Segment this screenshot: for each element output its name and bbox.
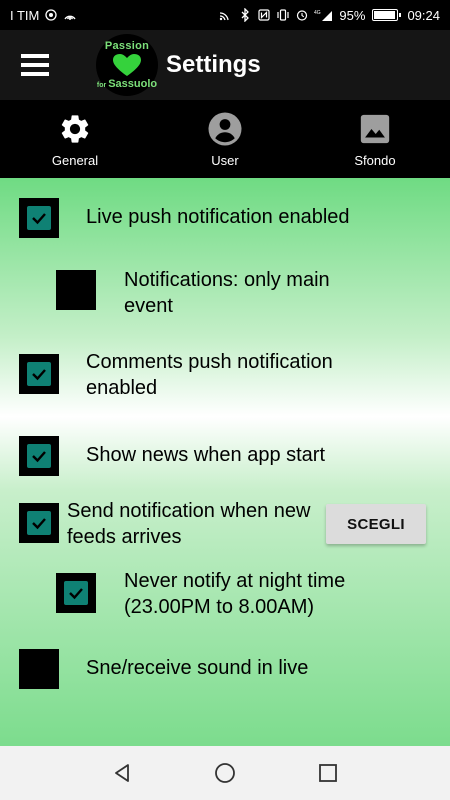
settings-panel: Live push notification enabled Notificat… (0, 178, 450, 746)
svg-text:4G: 4G (314, 10, 321, 16)
hotspot-icon (63, 8, 77, 22)
check-icon (32, 213, 46, 225)
scegli-button[interactable]: SCEGLI (326, 504, 426, 544)
tab-general[interactable]: General (0, 100, 150, 178)
setting-live-push: Live push notification enabled (19, 198, 406, 238)
setting-night-time: Never notify at night time (23.00PM to 8… (56, 570, 394, 620)
only-main-event-label: Notifications: only main event (124, 269, 330, 317)
carrier-label: I TIM (10, 7, 40, 23)
check-icon (69, 588, 83, 600)
tab-sfondo[interactable]: Sfondo (300, 100, 450, 178)
back-button[interactable] (102, 753, 142, 793)
battery-icon (372, 9, 402, 21)
new-feeds-label: Send notification when new feeds arrives (67, 500, 311, 548)
menu-button[interactable] (0, 30, 70, 100)
new-feeds-checkbox[interactable] (19, 503, 59, 543)
night-time-label: Never notify at night time (23.00PM to 8… (124, 570, 346, 618)
setting-only-main-event: Notifications: only main event (56, 269, 384, 319)
comments-push-checkbox[interactable] (19, 354, 59, 394)
app-toolbar: Passion for Sassuolo Settings (0, 30, 450, 100)
tab-general-label: General (51, 152, 99, 168)
bluetooth-icon (238, 8, 252, 22)
setting-live-sound: Sne/receive sound in live (19, 649, 406, 689)
image-icon (357, 111, 393, 147)
cast-icon (219, 8, 233, 22)
app-logo: Passion for Sassuolo (96, 34, 158, 96)
data-usage-icon (44, 8, 58, 22)
live-push-label: Live push notification enabled (86, 206, 350, 228)
tab-user-label: User (211, 152, 239, 168)
logo-text-top: Passion (104, 40, 150, 52)
home-button[interactable] (205, 753, 245, 793)
page-title: Settings (166, 51, 261, 78)
tab-bar: General User Sfondo (0, 100, 450, 178)
gear-icon (57, 111, 93, 147)
signal-icon: 4G (314, 8, 334, 22)
recents-button[interactable] (308, 753, 348, 793)
vibrate-icon (276, 8, 290, 22)
show-news-checkbox[interactable] (19, 436, 59, 476)
home-circle-icon (215, 763, 235, 783)
setting-new-feeds: Send notification when new feeds arrives (19, 500, 317, 550)
back-triangle-icon (114, 764, 129, 782)
system-nav-bar (0, 746, 450, 800)
live-sound-label: Sne/receive sound in live (86, 657, 309, 679)
check-icon (32, 369, 46, 381)
nfc-icon (257, 8, 271, 22)
logo-text-for: for (96, 82, 107, 89)
recents-square-icon (319, 764, 338, 782)
clock: 09:24 (407, 7, 440, 23)
live-sound-checkbox[interactable] (19, 649, 59, 689)
tab-user[interactable]: User (150, 100, 300, 178)
hamburger-icon (21, 54, 49, 76)
setting-show-news: Show news when app start (19, 436, 406, 476)
logo-text-bottom: Sassuolo (108, 78, 158, 90)
comments-push-label: Comments push notification enabled (86, 351, 333, 399)
heart-icon (113, 54, 141, 76)
setting-comments-push: Comments push notification enabled (19, 351, 396, 401)
battery-percent: 95% (339, 7, 366, 23)
check-icon (32, 518, 46, 530)
show-news-label: Show news when app start (86, 444, 326, 466)
user-icon (207, 111, 243, 147)
tab-sfondo-label: Sfondo (354, 152, 396, 168)
status-bar: I TIM 4G 95% 09:24 (0, 0, 450, 30)
check-icon (32, 451, 46, 463)
night-time-checkbox[interactable] (56, 573, 96, 613)
only-main-event-checkbox[interactable] (56, 270, 96, 310)
live-push-checkbox[interactable] (19, 198, 59, 238)
alarm-icon (295, 8, 309, 22)
